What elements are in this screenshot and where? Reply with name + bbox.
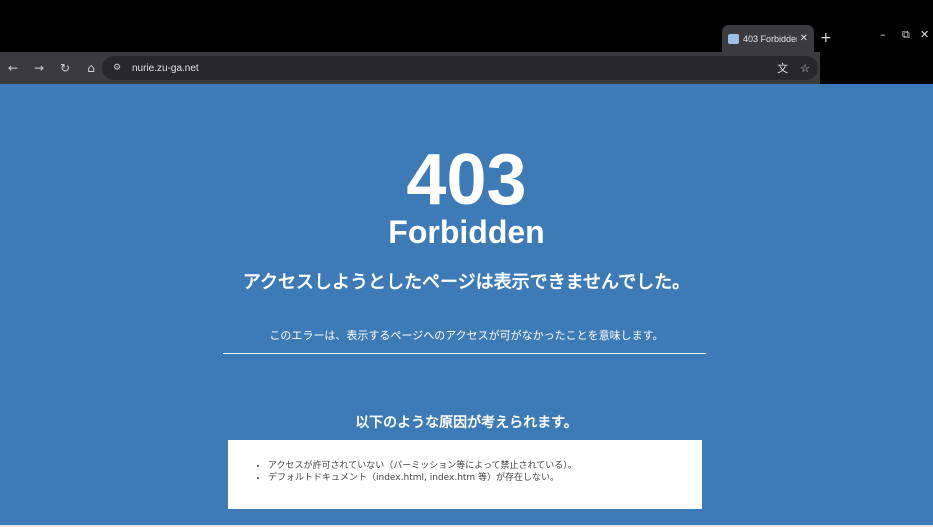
reasons-title: 以下のような原因が考えられます。 <box>355 415 578 431</box>
error-title: Forbidden <box>388 214 545 250</box>
new-tab-button[interactable]: + <box>820 30 832 46</box>
bookmark-star-icon[interactable]: ☆ <box>800 62 810 75</box>
error-code: 403 <box>406 140 527 220</box>
site-info-icon[interactable]: ⚙ <box>110 61 124 75</box>
forward-button[interactable]: → <box>26 61 52 75</box>
tab-close-icon[interactable]: ✕ <box>800 33 808 44</box>
home-button[interactable]: ⌂ <box>78 61 104 75</box>
divider <box>223 353 706 354</box>
tab-title: 403 Forbidden <box>743 33 797 44</box>
reason-item: アクセスが許可されていない（パーミッション等によって禁止されている）。 <box>268 460 702 472</box>
browser-toolbar: ← → ↻ ⌂ ⚙ nurie.zu-ga.net 文 ☆ <box>0 52 820 84</box>
tab-strip: 403 Forbidden ✕ + – ⧉ ✕ <box>0 0 933 52</box>
reasons-list: アクセスが許可されていない（パーミッション等によって禁止されている）。 デフォル… <box>256 460 702 484</box>
error-explanation: このエラーは、表示するページへのアクセスが可がなかったことを意味します。 <box>269 329 664 342</box>
translate-icon[interactable]: 文 <box>777 60 788 76</box>
back-button[interactable]: ← <box>0 61 26 75</box>
url-text[interactable]: nurie.zu-ga.net <box>132 63 765 74</box>
address-bar[interactable]: ⚙ nurie.zu-ga.net 文 ☆ <box>102 56 818 80</box>
favicon-icon <box>728 33 739 44</box>
reload-button[interactable]: ↻ <box>52 61 78 75</box>
error-page: 403 Forbidden アクセスしようとしたページは表示できませんでした。 … <box>0 84 933 525</box>
minimize-button[interactable]: – <box>880 28 886 41</box>
maximize-button[interactable]: ⧉ <box>902 28 910 42</box>
toolbar-edge <box>820 50 933 84</box>
browser-tab[interactable]: 403 Forbidden ✕ <box>722 25 814 52</box>
close-window-button[interactable]: ✕ <box>920 28 929 41</box>
error-headline: アクセスしようとしたページは表示できませんでした。 <box>242 272 691 293</box>
reason-item: デフォルトドキュメント（index.html, index.htm 等）が存在し… <box>268 472 702 484</box>
reasons-box: アクセスが許可されていない（パーミッション等によって禁止されている）。 デフォル… <box>228 440 702 509</box>
